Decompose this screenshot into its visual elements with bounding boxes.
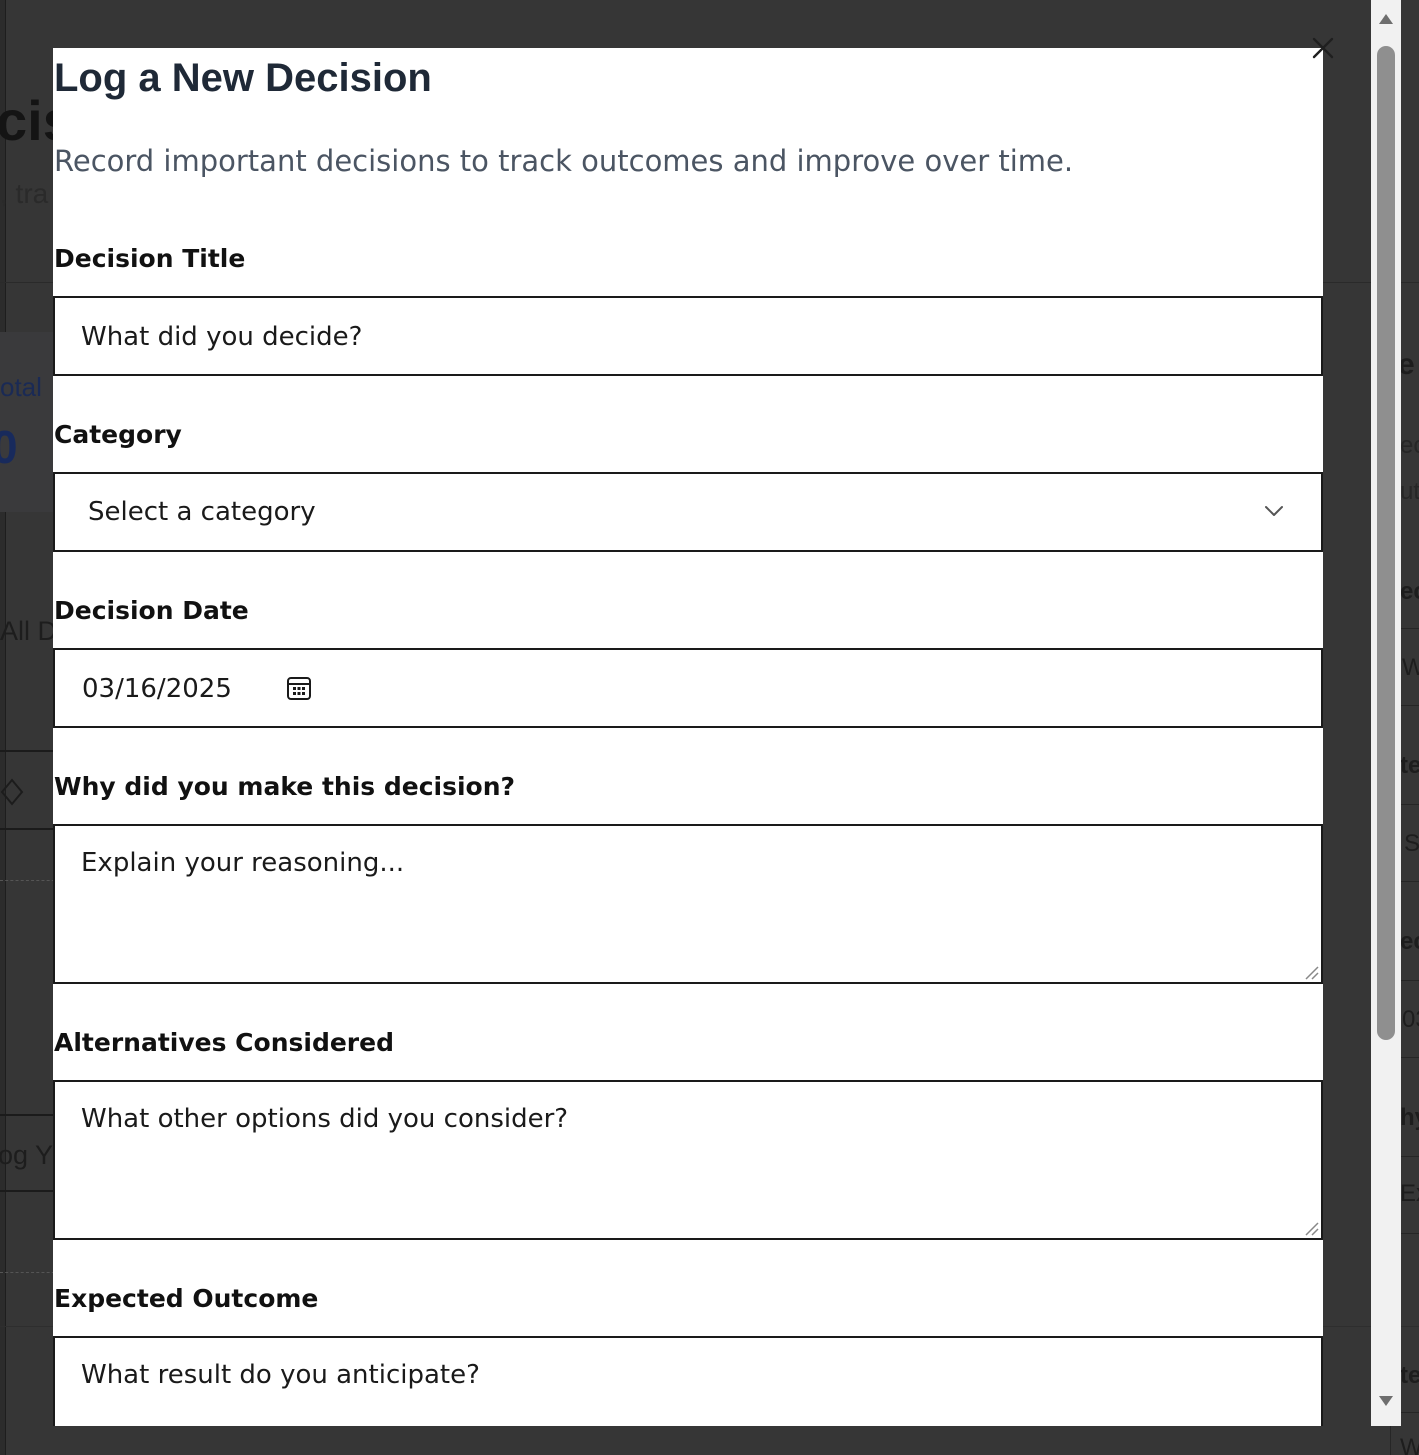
expected-outcome-label: Expected Outcome xyxy=(54,1284,319,1313)
category-label: Category xyxy=(54,420,182,449)
alternatives-placeholder: What other options did you consider? xyxy=(81,1104,569,1134)
resize-handle-icon[interactable] xyxy=(1303,964,1319,980)
background-right-fragment: ec xyxy=(1400,432,1419,459)
log-decision-modal: Log a New Decision Record important deci… xyxy=(53,48,1323,1426)
alternatives-label: Alternatives Considered xyxy=(54,1028,394,1057)
reasoning-textarea[interactable]: Explain your reasoning... xyxy=(53,824,1323,984)
background-tab: All D xyxy=(0,616,58,646)
background-right-fragment: te xyxy=(1400,752,1419,779)
category-selected-value: Select a category xyxy=(88,497,316,527)
background-right-fragment: W xyxy=(1402,654,1419,681)
category-select[interactable]: Select a category xyxy=(53,472,1323,552)
modal-scrollbar[interactable] xyxy=(1371,0,1401,1426)
expected-outcome-textarea[interactable]: What result do you anticipate? xyxy=(53,1336,1323,1426)
background-dashed-line xyxy=(0,1272,60,1273)
resize-handle-icon[interactable] xyxy=(1303,1220,1319,1236)
background-right-fragment: S xyxy=(1404,830,1419,857)
expected-outcome-placeholder: What result do you anticipate? xyxy=(81,1360,480,1390)
scroll-down-arrow-icon[interactable] xyxy=(1379,1396,1393,1406)
background-button: og Y xyxy=(0,1140,54,1170)
scroll-up-arrow-icon[interactable] xyxy=(1379,14,1393,24)
background-right-fragment: 03 xyxy=(1402,1006,1419,1033)
background-right-fragment: ec xyxy=(1400,928,1419,955)
chevron-down-icon xyxy=(1265,506,1283,516)
background-left-edge xyxy=(0,0,6,1455)
background-row-line xyxy=(0,1114,60,1116)
decision-title-input[interactable]: What did you decide? xyxy=(53,296,1323,376)
tag-icon xyxy=(0,778,24,806)
background-stat-value: 0 xyxy=(0,421,18,473)
decision-title-label: Decision Title xyxy=(54,244,246,273)
background-right-fragment: ut xyxy=(1400,478,1419,505)
background-row-line xyxy=(0,750,60,752)
background-row-line xyxy=(0,828,60,830)
alternatives-textarea[interactable]: What other options did you consider? xyxy=(53,1080,1323,1240)
close-icon[interactable] xyxy=(1309,34,1337,62)
modal-description: Record important decisions to track outc… xyxy=(54,144,1074,178)
background-subtitle: , tra xyxy=(0,178,49,209)
modal-title: Log a New Decision xyxy=(54,56,432,100)
reasoning-placeholder: Explain your reasoning... xyxy=(81,848,405,878)
background-right-fragment: te xyxy=(1400,1362,1419,1389)
decision-title-placeholder: What did you decide? xyxy=(81,322,363,352)
decision-date-value: 03/16/2025 xyxy=(82,674,232,704)
decision-date-label: Decision Date xyxy=(54,596,249,625)
background-dashed-line xyxy=(0,880,60,881)
background-right-fragment: ec xyxy=(1400,578,1419,605)
background-stat-label: otal xyxy=(0,372,42,402)
background-right-fragment: hy xyxy=(1400,1104,1419,1131)
background-right-fragment: W xyxy=(1400,1434,1419,1455)
scroll-thumb[interactable] xyxy=(1377,46,1395,1040)
calendar-icon[interactable] xyxy=(285,674,313,702)
reasoning-label: Why did you make this decision? xyxy=(54,772,516,801)
background-row-line xyxy=(0,1190,60,1192)
decision-date-input[interactable]: 03/16/2025 xyxy=(53,648,1323,728)
background-right-fragment: Ex xyxy=(1400,1180,1419,1207)
